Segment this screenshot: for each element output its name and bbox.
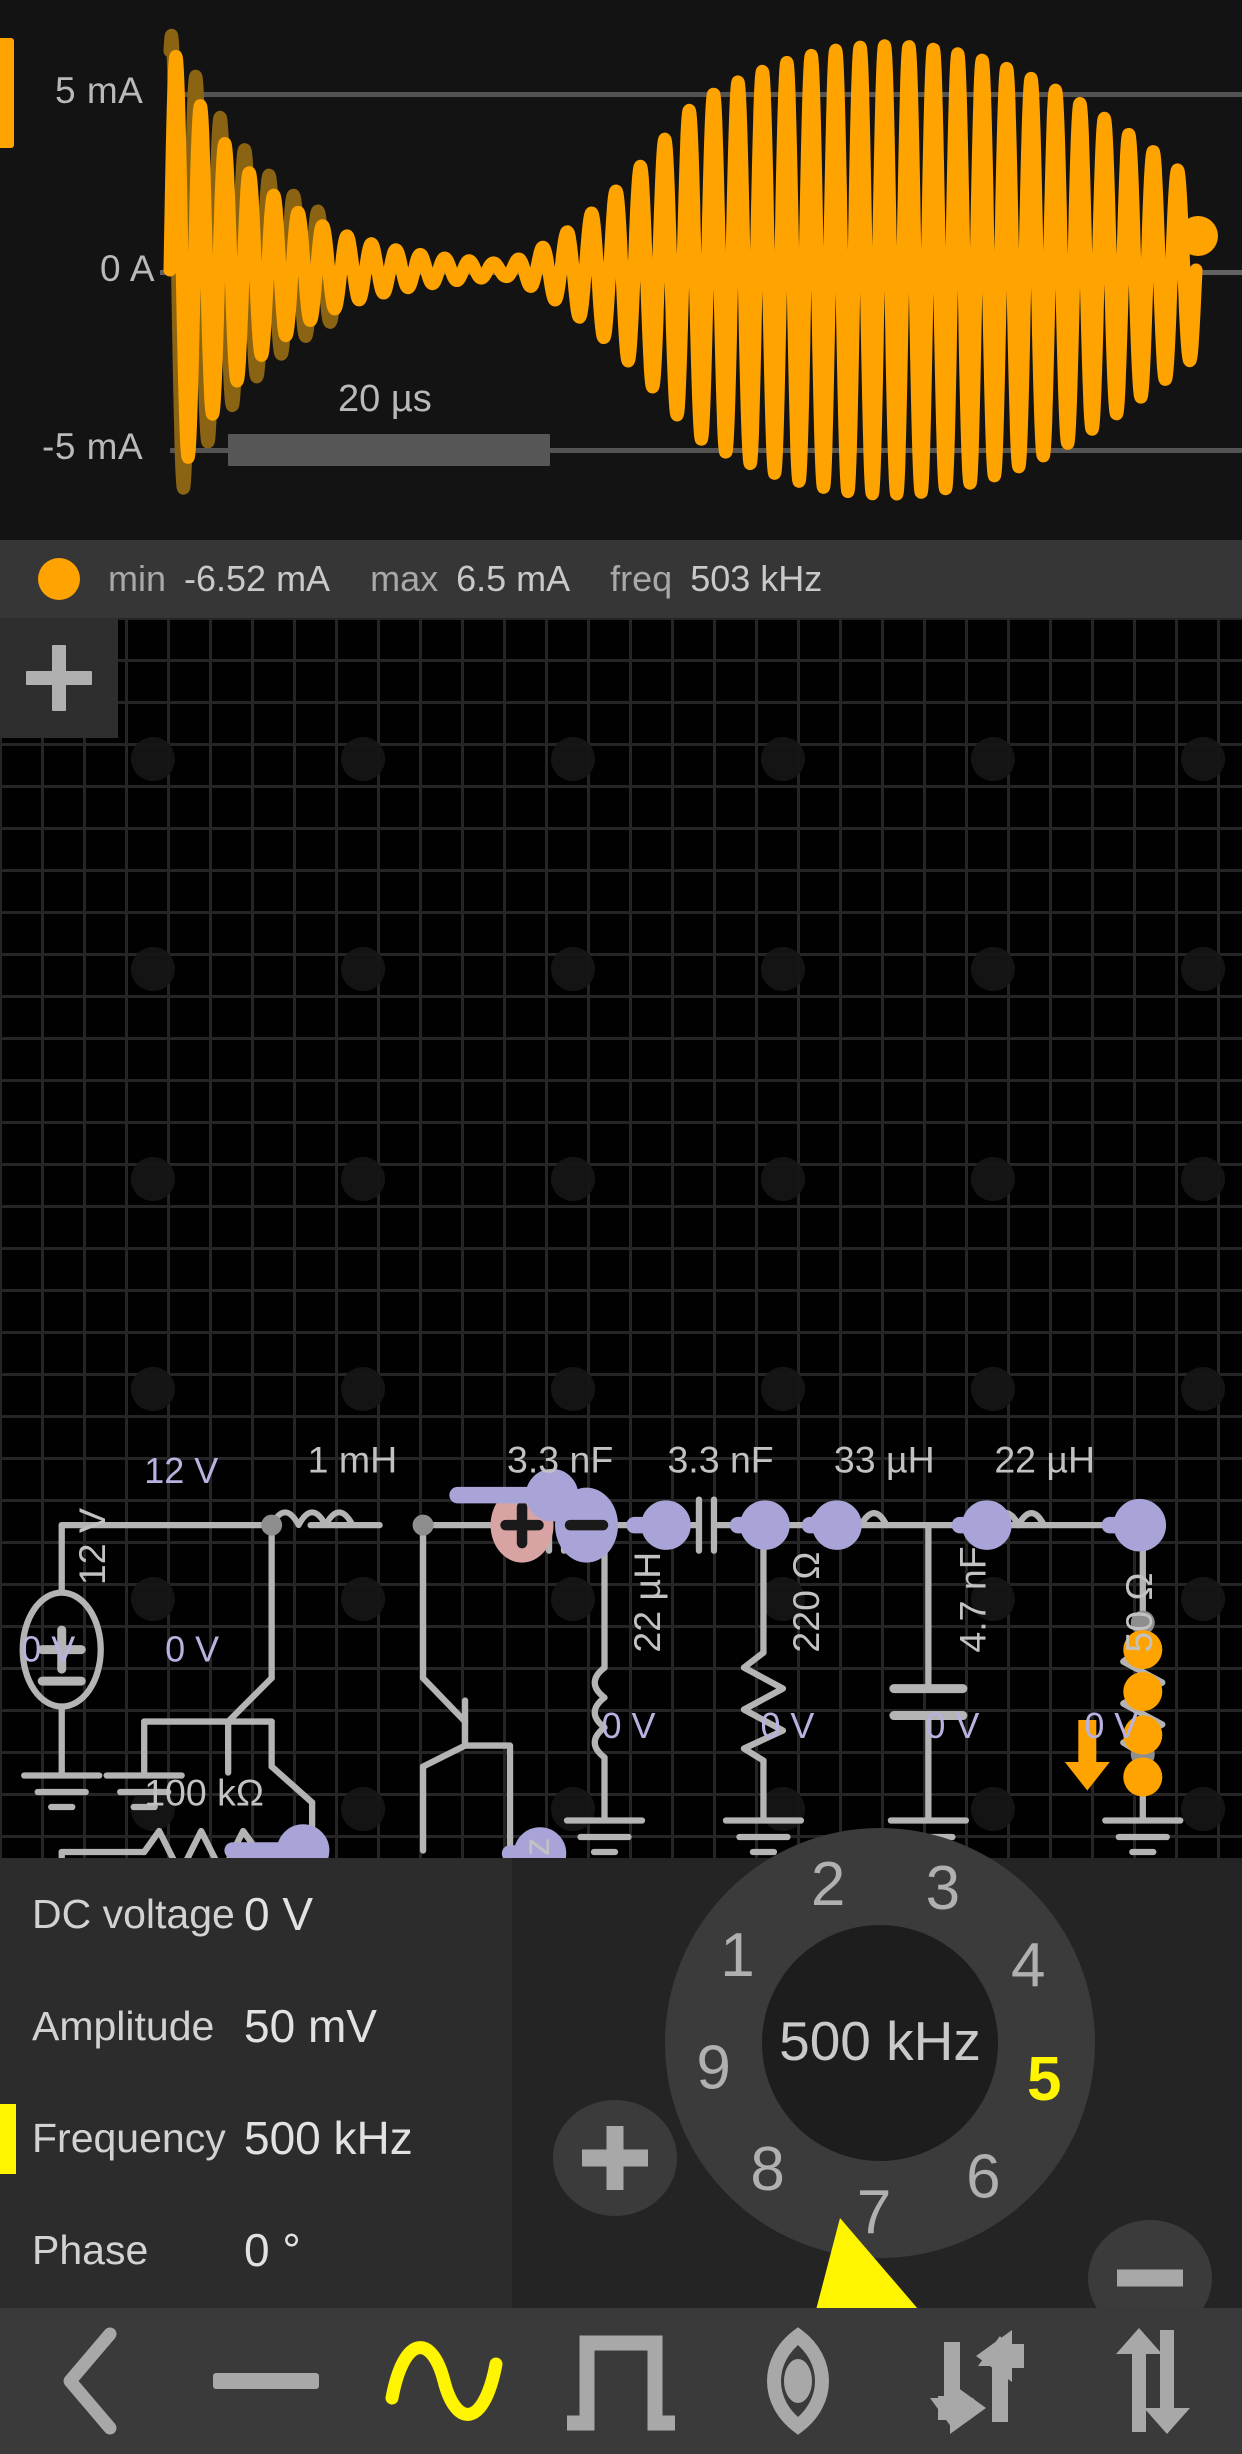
property-label: Phase bbox=[32, 2227, 244, 2274]
stat-freq-label: freq bbox=[610, 558, 672, 600]
dial-digit-8[interactable]: 8 bbox=[750, 2135, 784, 2204]
property-label: Frequency bbox=[32, 2115, 244, 2162]
toolbar-square-button[interactable] bbox=[532, 2308, 709, 2454]
component-value-label: 1 mH bbox=[308, 1439, 398, 1481]
component-value-label: 220 Ω bbox=[785, 1552, 827, 1653]
square-wave-icon bbox=[561, 2331, 681, 2431]
stat-max-label: max bbox=[370, 558, 438, 600]
property-value: 500 kHz bbox=[244, 2111, 413, 2165]
dial-digit-7[interactable]: 7 bbox=[857, 2178, 891, 2247]
dial-digit-6[interactable]: 6 bbox=[966, 2142, 1000, 2211]
stat-min-label: min bbox=[108, 558, 166, 600]
scope-trace bbox=[0, 0, 1242, 540]
scope-timebase-scrubber[interactable] bbox=[228, 434, 550, 466]
dial-increment-button[interactable] bbox=[553, 2100, 677, 2216]
toolbar-sine-button[interactable] bbox=[355, 2308, 532, 2454]
add-component-button[interactable] bbox=[0, 618, 118, 738]
circuit-schematic[interactable]: 12 V0 V0 V-12 V0 V0 V0 V0 V0 V0 V0 V 1 m… bbox=[0, 618, 1242, 1858]
properties-panel[interactable]: DC voltage0 VAmplitude50 mVFrequency500 … bbox=[0, 1858, 1242, 2308]
component-value-label: 3.3 nF bbox=[507, 1439, 613, 1481]
bottom-toolbar[interactable] bbox=[0, 2308, 1242, 2454]
stat-freq-value: 503 kHz bbox=[690, 558, 822, 600]
dial-digit-4[interactable]: 4 bbox=[1011, 1931, 1045, 2000]
swap-arrows-icon bbox=[916, 2324, 1036, 2439]
node-voltage-label: 12 V bbox=[144, 1450, 218, 1491]
toolbar-swap-button[interactable] bbox=[887, 2308, 1064, 2454]
scope-stats-bar: min -6.52 mA max 6.5 mA freq 503 kHz bbox=[0, 540, 1242, 618]
oscilloscope-panel[interactable]: 5 mA 0 A -5 mA 20 µs bbox=[0, 0, 1242, 540]
dial-digit-9[interactable]: 9 bbox=[696, 2033, 730, 2102]
dial-digit-3[interactable]: 3 bbox=[926, 1854, 960, 1923]
toolbar-visibility-button[interactable] bbox=[710, 2308, 887, 2454]
scope-channel-color-dot bbox=[38, 558, 80, 600]
component-value-label: 3.3 nF bbox=[667, 1439, 773, 1481]
property-label: DC voltage bbox=[32, 1891, 244, 1938]
node-voltage-label: 0 V bbox=[21, 1629, 75, 1670]
stat-min-value: -6.52 mA bbox=[184, 558, 330, 600]
component-value-label: 22 µH bbox=[626, 1552, 668, 1653]
dial-digit-5[interactable]: 5 bbox=[1027, 2045, 1061, 2114]
component-value-label: 12 V bbox=[71, 1508, 113, 1585]
component-value-label: 33 µH bbox=[834, 1439, 935, 1481]
property-value: 50 mV bbox=[244, 1999, 377, 2053]
flip-arrows-icon bbox=[1108, 2324, 1198, 2439]
property-label: Amplitude bbox=[32, 2003, 244, 2050]
node-voltage-label: 0 V bbox=[1084, 1705, 1138, 1746]
property-value: 0 ° bbox=[244, 2223, 301, 2277]
stat-max-value: 6.5 mA bbox=[456, 558, 570, 600]
dial-digit-2[interactable]: 2 bbox=[811, 1850, 845, 1919]
circuit-canvas[interactable]: 12 V0 V0 V-12 V0 V0 V0 V0 V0 V0 V0 V 1 m… bbox=[0, 618, 1242, 1858]
toolbar-dc-button[interactable] bbox=[177, 2308, 354, 2454]
value-dial-panel[interactable]: 500 kHz 123456789 bbox=[512, 1858, 1242, 2308]
component-value-label: 100 kΩ bbox=[144, 1772, 264, 1814]
scope-cursor-dot[interactable] bbox=[1178, 216, 1218, 256]
eye-icon bbox=[738, 2326, 858, 2436]
plus-icon bbox=[26, 645, 92, 711]
property-value: 0 V bbox=[244, 1887, 313, 1941]
property-selected-indicator bbox=[0, 2104, 16, 2174]
rotary-dial[interactable]: 500 kHz 12 34 56 7 89 bbox=[510, 1788, 1240, 2328]
component-value-label: 22 µH bbox=[994, 1439, 1095, 1481]
node-voltage-label: 0 V bbox=[602, 1705, 656, 1746]
node-voltage-label: 0 V bbox=[760, 1705, 814, 1746]
component-value-label: 4.7 nF bbox=[951, 1546, 993, 1652]
dc-source-icon bbox=[211, 2361, 321, 2401]
toolbar-back-button[interactable] bbox=[0, 2308, 177, 2454]
dial-center-value: 500 kHz bbox=[779, 2010, 981, 2072]
back-icon bbox=[54, 2326, 124, 2436]
sine-wave-icon bbox=[384, 2326, 504, 2436]
component-value-label: 50 Ω bbox=[1118, 1572, 1160, 1652]
node-voltage-label: 0 V bbox=[165, 1629, 219, 1670]
node-voltage-label: 0 V bbox=[925, 1705, 979, 1746]
dial-digit-1[interactable]: 1 bbox=[720, 1921, 754, 1990]
toolbar-flip-button[interactable] bbox=[1065, 2308, 1242, 2454]
